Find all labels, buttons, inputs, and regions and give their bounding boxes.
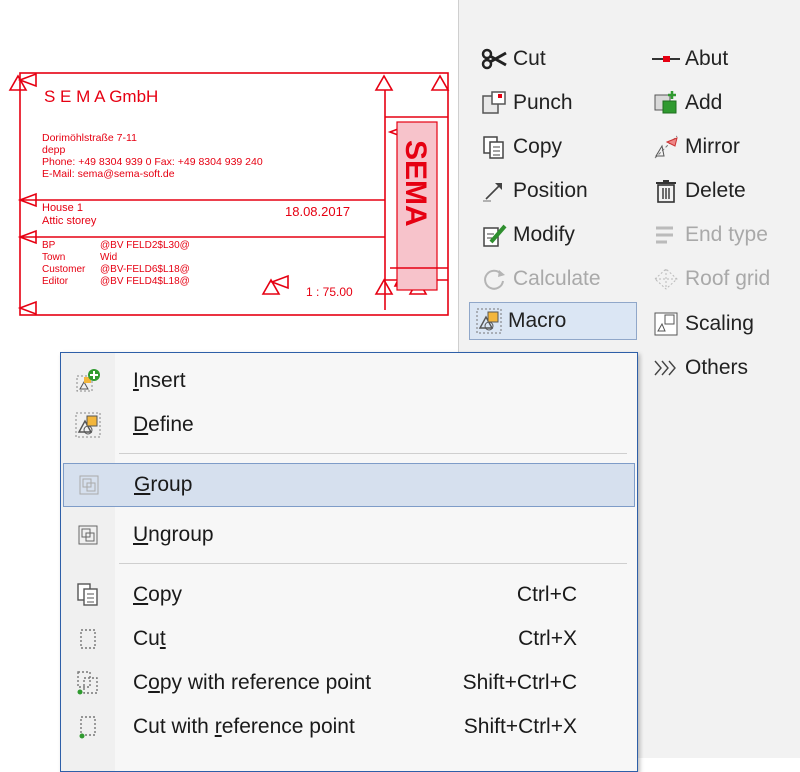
field-value-customer: @BV-FELD6$L18@ bbox=[100, 264, 190, 275]
ribbon-modify-label: Modify bbox=[513, 223, 575, 246]
ribbon-abut-button[interactable]: Abut bbox=[647, 40, 728, 78]
company-name: S E M A GmbH bbox=[44, 87, 158, 106]
calculate-icon bbox=[479, 264, 509, 294]
address-line-1: Dorimöhlstraße 7-11 bbox=[42, 132, 137, 144]
menu-item-cut[interactable]: Cut Ctrl+X bbox=[63, 617, 635, 661]
menu-item-copy-label: Copy bbox=[133, 583, 183, 606]
insert-icon bbox=[63, 368, 113, 394]
field-label-editor: Editor bbox=[42, 276, 69, 287]
field-value-editor: @BV FELD4$L18@ bbox=[100, 276, 190, 287]
cut-reference-icon bbox=[63, 714, 113, 740]
ungroup-icon bbox=[63, 524, 113, 546]
menu-item-ungroup[interactable]: Ungroup bbox=[63, 513, 635, 557]
menu-item-cut-reference-shortcut: Shift+Ctrl+X bbox=[463, 715, 577, 738]
ribbon-roof-grid-button[interactable]: Roof grid bbox=[647, 260, 770, 298]
delete-icon bbox=[651, 176, 681, 206]
add-icon bbox=[651, 88, 681, 118]
menu-item-copy[interactable]: Copy Ctrl+C bbox=[63, 573, 635, 617]
house-label: House 1 bbox=[42, 202, 83, 214]
menu-item-define[interactable]: Define bbox=[63, 403, 635, 447]
menu-item-copy-reference[interactable]: Copy with reference point Shift+Ctrl+C bbox=[63, 661, 635, 705]
menu-item-copy-shortcut: Ctrl+C bbox=[516, 583, 577, 606]
menu-separator bbox=[119, 453, 627, 454]
storey-label: Attic storey bbox=[42, 215, 97, 227]
ribbon-others-label: Others bbox=[685, 356, 749, 379]
mirror-icon bbox=[651, 132, 681, 162]
ribbon-punch-label: Punch bbox=[513, 91, 573, 114]
ribbon-add-label: Add bbox=[685, 91, 723, 114]
ribbon-scaling-label: Scaling bbox=[685, 312, 754, 335]
ribbon-punch-button[interactable]: Punch bbox=[475, 84, 573, 122]
menu-item-insert[interactable]: Insert bbox=[63, 359, 635, 403]
ribbon-mirror-button[interactable]: Mirror bbox=[647, 128, 740, 166]
field-label-bp: BP bbox=[42, 240, 56, 251]
macro-context-menu: Insert Define Group Ungroup Copy Ctrl+C … bbox=[60, 352, 638, 772]
ribbon-delete-label: Delete bbox=[685, 179, 746, 202]
field-value-town: Wid bbox=[100, 252, 117, 263]
menu-item-cut-reference-label: Cut with reference point bbox=[133, 715, 355, 738]
position-icon bbox=[479, 176, 509, 206]
macro-icon bbox=[474, 306, 504, 336]
scaling-icon bbox=[651, 309, 681, 339]
scissors-icon bbox=[479, 44, 509, 74]
ribbon-abut-label: Abut bbox=[685, 47, 729, 70]
stamp-frame bbox=[19, 72, 449, 316]
field-value-bp: @BV FELD2$L30@ bbox=[100, 240, 190, 251]
menu-item-group-label: Group bbox=[134, 473, 193, 496]
ribbon-end-type-button[interactable]: End type bbox=[647, 216, 768, 254]
ribbon-copy-button[interactable]: Copy bbox=[475, 128, 562, 166]
ribbon-others-button[interactable]: Others bbox=[647, 349, 748, 387]
address-line-4: E-Mail: sema@sema-soft.de bbox=[42, 168, 175, 180]
field-label-customer: Customer bbox=[42, 264, 86, 275]
copy-icon bbox=[479, 132, 509, 162]
define-icon bbox=[63, 412, 113, 438]
field-label-town: Town bbox=[42, 252, 65, 263]
menu-item-define-label: Define bbox=[133, 413, 194, 436]
others-chevron-icon bbox=[651, 353, 681, 383]
title-block-stamp[interactable]: SEMA S E M A GmbH Dorimöhlstraße 7-11 de… bbox=[0, 60, 458, 330]
sema-logo-text: SEMA bbox=[399, 140, 432, 227]
ribbon-position-button[interactable]: Position bbox=[475, 172, 588, 210]
modify-icon bbox=[479, 220, 509, 250]
menu-item-insert-label: Insert bbox=[133, 369, 186, 392]
ribbon-copy-label: Copy bbox=[513, 135, 563, 158]
punch-icon bbox=[479, 88, 509, 118]
menu-item-copy-reference-label: Copy with reference point bbox=[133, 671, 372, 694]
ribbon-scaling-button[interactable]: Scaling bbox=[647, 305, 754, 343]
ribbon-cut-label: Cut bbox=[513, 47, 546, 70]
menu-item-cut-shortcut: Ctrl+X bbox=[518, 627, 577, 650]
stamp-scale: 1 : 75.00 bbox=[306, 285, 353, 299]
menu-item-copy-reference-shortcut: Shift+Ctrl+C bbox=[462, 671, 577, 694]
ribbon-end-type-label: End type bbox=[685, 223, 768, 246]
ribbon-calculate-button[interactable]: Calculate bbox=[475, 260, 601, 298]
menu-item-cut-label: Cut bbox=[133, 627, 166, 650]
end-type-icon bbox=[651, 220, 681, 250]
ribbon-cut-button[interactable]: Cut bbox=[475, 40, 546, 78]
stamp-date: 18.08.2017 bbox=[285, 204, 350, 219]
group-icon bbox=[64, 474, 114, 496]
menu-separator bbox=[119, 563, 627, 564]
ribbon-macro-button[interactable]: Macro bbox=[469, 302, 637, 340]
address-line-2: depp bbox=[42, 144, 66, 156]
ribbon-modify-button[interactable]: Modify bbox=[475, 216, 575, 254]
address-line-3: Phone: +49 8304 939 0 Fax: +49 8304 939 … bbox=[42, 156, 263, 168]
abut-icon bbox=[651, 44, 681, 74]
ribbon-position-label: Position bbox=[513, 179, 588, 202]
ribbon-calculate-label: Calculate bbox=[513, 267, 601, 290]
ribbon-add-button[interactable]: Add bbox=[647, 84, 722, 122]
menu-item-group[interactable]: Group bbox=[63, 463, 635, 507]
copy-icon bbox=[63, 582, 113, 608]
copy-reference-icon bbox=[63, 670, 113, 696]
ribbon-delete-button[interactable]: Delete bbox=[647, 172, 746, 210]
menu-item-cut-reference[interactable]: Cut with reference point Shift+Ctrl+X bbox=[63, 705, 635, 749]
ribbon-roof-grid-label: Roof grid bbox=[685, 267, 771, 290]
ribbon-macro-label: Macro bbox=[508, 309, 567, 332]
ribbon-mirror-label: Mirror bbox=[685, 135, 740, 158]
menu-item-ungroup-label: Ungroup bbox=[133, 523, 214, 546]
cut-icon bbox=[63, 627, 113, 651]
roof-grid-icon bbox=[651, 264, 681, 294]
